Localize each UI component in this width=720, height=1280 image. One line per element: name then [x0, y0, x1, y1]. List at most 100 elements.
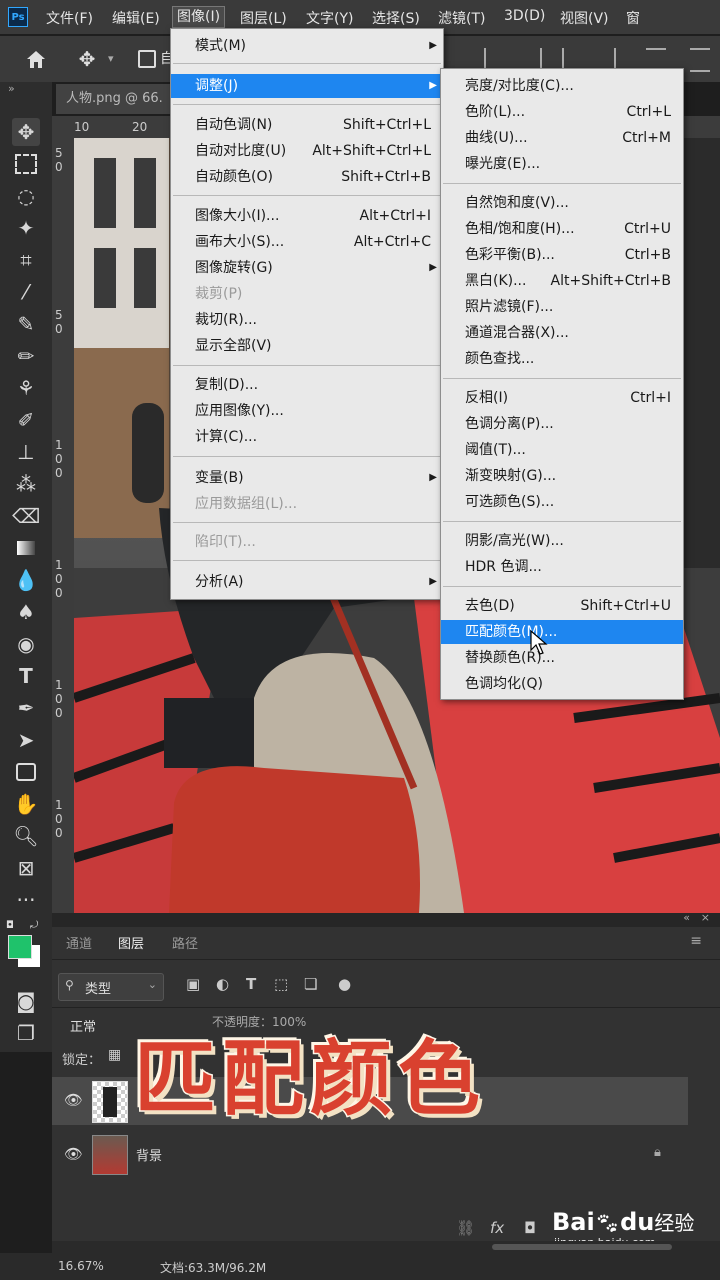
menu-3d[interactable]: 3D(D)	[504, 8, 545, 24]
adjustment-layer-filter-icon[interactable]: ◐	[216, 975, 229, 993]
menu-item-reveal-all[interactable]: 显示全部(V)	[171, 334, 443, 358]
menu-item-trim[interactable]: 裁切(R)...	[171, 308, 443, 332]
frame-tool-icon[interactable]: ⊠	[12, 854, 40, 882]
menu-item-image-rotation[interactable]: 图像旋转(G) ▶	[171, 256, 443, 280]
menu-item-threshold[interactable]: 阈值(T)...	[441, 438, 683, 462]
eye-visibility-icon[interactable]: 👁︎	[64, 1091, 83, 1109]
close-panel-icon[interactable]: ×	[701, 911, 710, 924]
menu-item-posterize[interactable]: 色调分离(P)...	[441, 412, 683, 436]
menu-item-color-balance[interactable]: 色彩平衡(B)... Ctrl+B	[441, 243, 683, 267]
pixel-layer-filter-icon[interactable]: ▣	[186, 975, 200, 993]
quick-mask-icon[interactable]: ◙	[12, 987, 40, 1015]
hand-tool-icon[interactable]: ✋	[12, 790, 40, 818]
scrollbar-thumb[interactable]	[492, 1244, 672, 1250]
stamp-icon[interactable]: ⊥	[12, 438, 40, 466]
brush-tool-icon[interactable]: ✏	[12, 342, 40, 370]
tab-paths[interactable]: 路径	[172, 933, 198, 952]
menu-item-vibrance[interactable]: 自然饱和度(V)...	[441, 191, 683, 215]
eraser-icon[interactable]: ⌫	[12, 502, 40, 530]
eyedropper-icon[interactable]: ⁄	[12, 278, 40, 306]
crop-tool-icon[interactable]: ⌗	[12, 246, 40, 274]
menu-item-selective-color[interactable]: 可选颜色(S)...	[441, 490, 683, 514]
chevron-down-icon[interactable]: ▾	[108, 52, 114, 65]
swap-colors-icon[interactable]: ⤾	[30, 920, 38, 931]
menu-item-exposure[interactable]: 曝光度(E)...	[441, 152, 683, 176]
type-layer-filter-icon[interactable]: T	[246, 975, 256, 993]
menu-item-photo-filter[interactable]: 照片滤镜(F)...	[441, 295, 683, 319]
menu-item-adjustments[interactable]: 调整(J) ▶	[171, 74, 443, 98]
menu-item-image-size[interactable]: 图像大小(I)... Alt+Ctrl+I	[171, 204, 443, 228]
healing-brush-icon[interactable]: ✎	[12, 310, 40, 338]
add-mask-icon[interactable]: ◘	[524, 1219, 536, 1237]
zoom-level[interactable]: 16.67%	[58, 1259, 104, 1273]
path-selection-icon[interactable]: ➤	[12, 726, 40, 754]
menu-item-hdr-toning[interactable]: HDR 色调...	[441, 555, 683, 579]
menu-item-gradient-map[interactable]: 渐变映射(G)...	[441, 464, 683, 488]
menu-select[interactable]: 选择(S)	[372, 8, 420, 28]
menu-item-mode[interactable]: 模式(M) ▶	[171, 34, 443, 58]
menu-item-auto-contrast[interactable]: 自动对比度(U) Alt+Shift+Ctrl+L	[171, 139, 443, 163]
tab-layers[interactable]: 图层	[118, 933, 144, 952]
foreground-color-swatch[interactable]	[8, 935, 32, 959]
move-tool-icon[interactable]: ✥	[76, 48, 98, 70]
menu-item-duplicate[interactable]: 复制(D)...	[171, 373, 443, 397]
screen-mode-icon[interactable]: ❐	[12, 1019, 40, 1047]
layer-row[interactable]: 👁︎ 背景 🔒︎	[52, 1131, 688, 1177]
panel-scrollbar[interactable]	[52, 1241, 720, 1253]
blur-tool-icon[interactable]: 💧	[12, 566, 40, 594]
menu-item-brightness-contrast[interactable]: 亮度/对比度(C)...	[441, 74, 683, 98]
menu-filter[interactable]: 滤镜(T)	[438, 8, 485, 28]
menu-item-desaturate[interactable]: 去色(D) Shift+Ctrl+U	[441, 594, 683, 618]
shape-layer-filter-icon[interactable]: ⬚	[274, 975, 288, 993]
menu-item-hue-saturation[interactable]: 色相/饱和度(H)... Ctrl+U	[441, 217, 683, 241]
auto-select-checkbox[interactable]	[138, 50, 156, 68]
lock-transparent-pixels-icon[interactable]: ▦	[108, 1047, 121, 1063]
home-icon[interactable]	[24, 48, 48, 70]
menu-layer[interactable]: 图层(L)	[240, 8, 287, 28]
align-middle-icon[interactable]	[690, 48, 710, 72]
link-layers-icon[interactable]: ⛓	[456, 1219, 475, 1237]
layer-filter-select[interactable]: ⚲ 类型 ⌄	[58, 973, 164, 1001]
eye-visibility-icon[interactable]: 👁︎	[64, 1145, 83, 1163]
menu-item-canvas-size[interactable]: 画布大小(S)... Alt+Ctrl+C	[171, 230, 443, 254]
lasso-tool-icon[interactable]: ◌	[12, 182, 40, 210]
menu-item-calculations[interactable]: 计算(C)...	[171, 425, 443, 449]
panel-menu-icon[interactable]: ≡	[690, 933, 702, 949]
menu-item-channel-mixer[interactable]: 通道混合器(X)...	[441, 321, 683, 345]
sponge-tool-icon[interactable]: ◉	[12, 630, 40, 658]
menu-item-equalize[interactable]: 色调均化(Q)	[441, 672, 683, 696]
menu-image[interactable]: 图像(I)	[172, 6, 226, 28]
collapse-panel-icon[interactable]: «	[683, 911, 690, 924]
menu-item-replace-color[interactable]: 替换颜色(R)...	[441, 646, 683, 670]
menu-item-curves[interactable]: 曲线(U)... Ctrl+M	[441, 126, 683, 150]
menu-view[interactable]: 视图(V)	[560, 8, 609, 28]
default-colors-icon[interactable]: ◘	[6, 920, 14, 931]
history-brush-icon[interactable]: ✐	[12, 406, 40, 434]
menu-item-invert[interactable]: 反相(I) Ctrl+I	[441, 386, 683, 410]
dodge-tool-icon[interactable]: ♠	[12, 598, 40, 626]
smart-object-filter-icon[interactable]: ❏	[304, 975, 317, 993]
filter-toggle-icon[interactable]: ●	[338, 975, 351, 993]
collapse-icon[interactable]: »	[8, 82, 15, 95]
gradient-tool-icon[interactable]	[12, 534, 40, 562]
clone-stamp-icon[interactable]: ⚘	[12, 374, 40, 402]
magic-wand-icon[interactable]: ✦	[12, 214, 40, 242]
art-brush-icon[interactable]: ⁂	[12, 470, 40, 498]
zoom-tool-icon[interactable]: 🔍︎	[12, 822, 40, 850]
move-tool-icon[interactable]: ✥	[12, 118, 40, 146]
menu-file[interactable]: 文件(F)	[46, 8, 93, 28]
menu-window[interactable]: 窗	[626, 8, 640, 28]
menu-edit[interactable]: 编辑(E)	[112, 8, 160, 28]
menu-item-black-white[interactable]: 黑白(K)... Alt+Shift+Ctrl+B	[441, 269, 683, 293]
rectangle-tool-icon[interactable]	[12, 758, 40, 786]
menu-item-variables[interactable]: 变量(B) ▶	[171, 466, 443, 490]
menu-item-color-lookup[interactable]: 颜色查找...	[441, 347, 683, 371]
align-center-icon[interactable]	[540, 48, 564, 68]
type-tool-icon[interactable]: T	[12, 662, 40, 690]
tab-channels[interactable]: 通道	[66, 933, 92, 952]
pen-tool-icon[interactable]: ✒	[12, 694, 40, 722]
more-tools-icon[interactable]: ···	[12, 886, 40, 914]
menu-item-analysis[interactable]: 分析(A) ▶	[171, 570, 443, 594]
menu-item-apply-image[interactable]: 应用图像(Y)...	[171, 399, 443, 423]
menu-item-match-color[interactable]: 匹配颜色(M)...	[441, 620, 683, 644]
